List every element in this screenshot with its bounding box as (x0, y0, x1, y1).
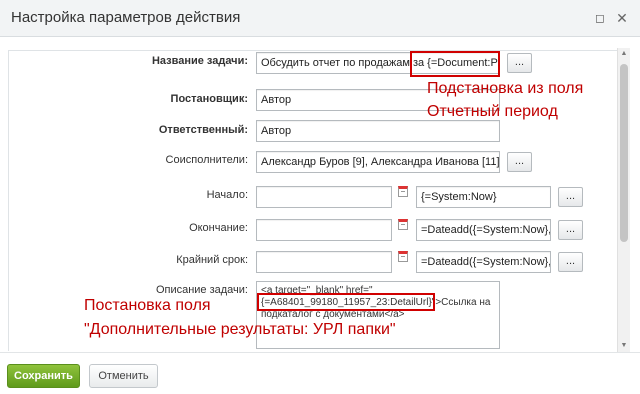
creator-label: Постановщик: (170, 93, 248, 105)
start-expression-input[interactable]: {=System:Now} (416, 186, 551, 208)
end-picker-button[interactable]: ... (558, 220, 583, 240)
maximize-icon[interactable]: ◻ (592, 10, 608, 26)
accomplices-label: Соисполнители: (165, 154, 248, 166)
scroll-up-icon[interactable]: ▲ (618, 48, 630, 60)
end-date-input[interactable] (256, 219, 392, 241)
end-label: Окончание: (189, 222, 248, 234)
end-calendar-icon[interactable] (398, 219, 408, 230)
task-name-label: Название задачи: (151, 55, 248, 67)
save-button[interactable]: Сохранить (7, 364, 80, 388)
start-date-input[interactable] (256, 186, 392, 208)
vertical-scrollbar[interactable]: ▲ ▼ (617, 48, 630, 352)
start-label: Начало: (206, 189, 248, 201)
accomplices-input[interactable]: Александр Буров [9], Александра Иванова … (256, 151, 500, 173)
dialog-footer: Сохранить Отменить (0, 352, 640, 394)
deadline-calendar-icon[interactable] (398, 251, 408, 262)
highlight-box-report-period (410, 51, 500, 77)
scroll-down-icon[interactable]: ▼ (618, 340, 630, 352)
highlight-box-folder-url (257, 293, 435, 311)
responsible-input[interactable]: Автор (256, 120, 500, 142)
close-icon[interactable]: ✕ (614, 10, 630, 26)
end-expression-input[interactable]: =Dateadd({=System:Now}, "2 (416, 219, 551, 241)
responsible-label: Ответственный: (158, 124, 248, 136)
deadline-picker-button[interactable]: ... (558, 252, 583, 272)
deadline-label: Крайний срок: (176, 254, 248, 266)
start-calendar-icon[interactable] (398, 186, 408, 197)
deadline-date-input[interactable] (256, 251, 392, 273)
scrollbar-thumb[interactable] (620, 64, 628, 242)
dialog-titlebar: Настройка параметров действия ◻ ✕ (0, 0, 640, 37)
annotation-bottom-line-1: Постановка поля (84, 297, 211, 314)
task-name-picker-button[interactable]: ... (507, 53, 532, 73)
deadline-expression-input[interactable]: =Dateadd({=System:Now}, "2 (416, 251, 551, 273)
annotation-bottom-line-2: "Дополнительные результаты: УРЛ папки" (84, 321, 396, 338)
annotation-top-line-2: Отчетный период (427, 103, 558, 120)
cancel-button[interactable]: Отменить (89, 364, 158, 388)
accomplices-picker-button[interactable]: ... (507, 152, 532, 172)
annotation-top-line-1: Подстановка из поля (427, 80, 584, 97)
start-picker-button[interactable]: ... (558, 187, 583, 207)
dialog-title: Настройка параметров действия (11, 9, 241, 26)
